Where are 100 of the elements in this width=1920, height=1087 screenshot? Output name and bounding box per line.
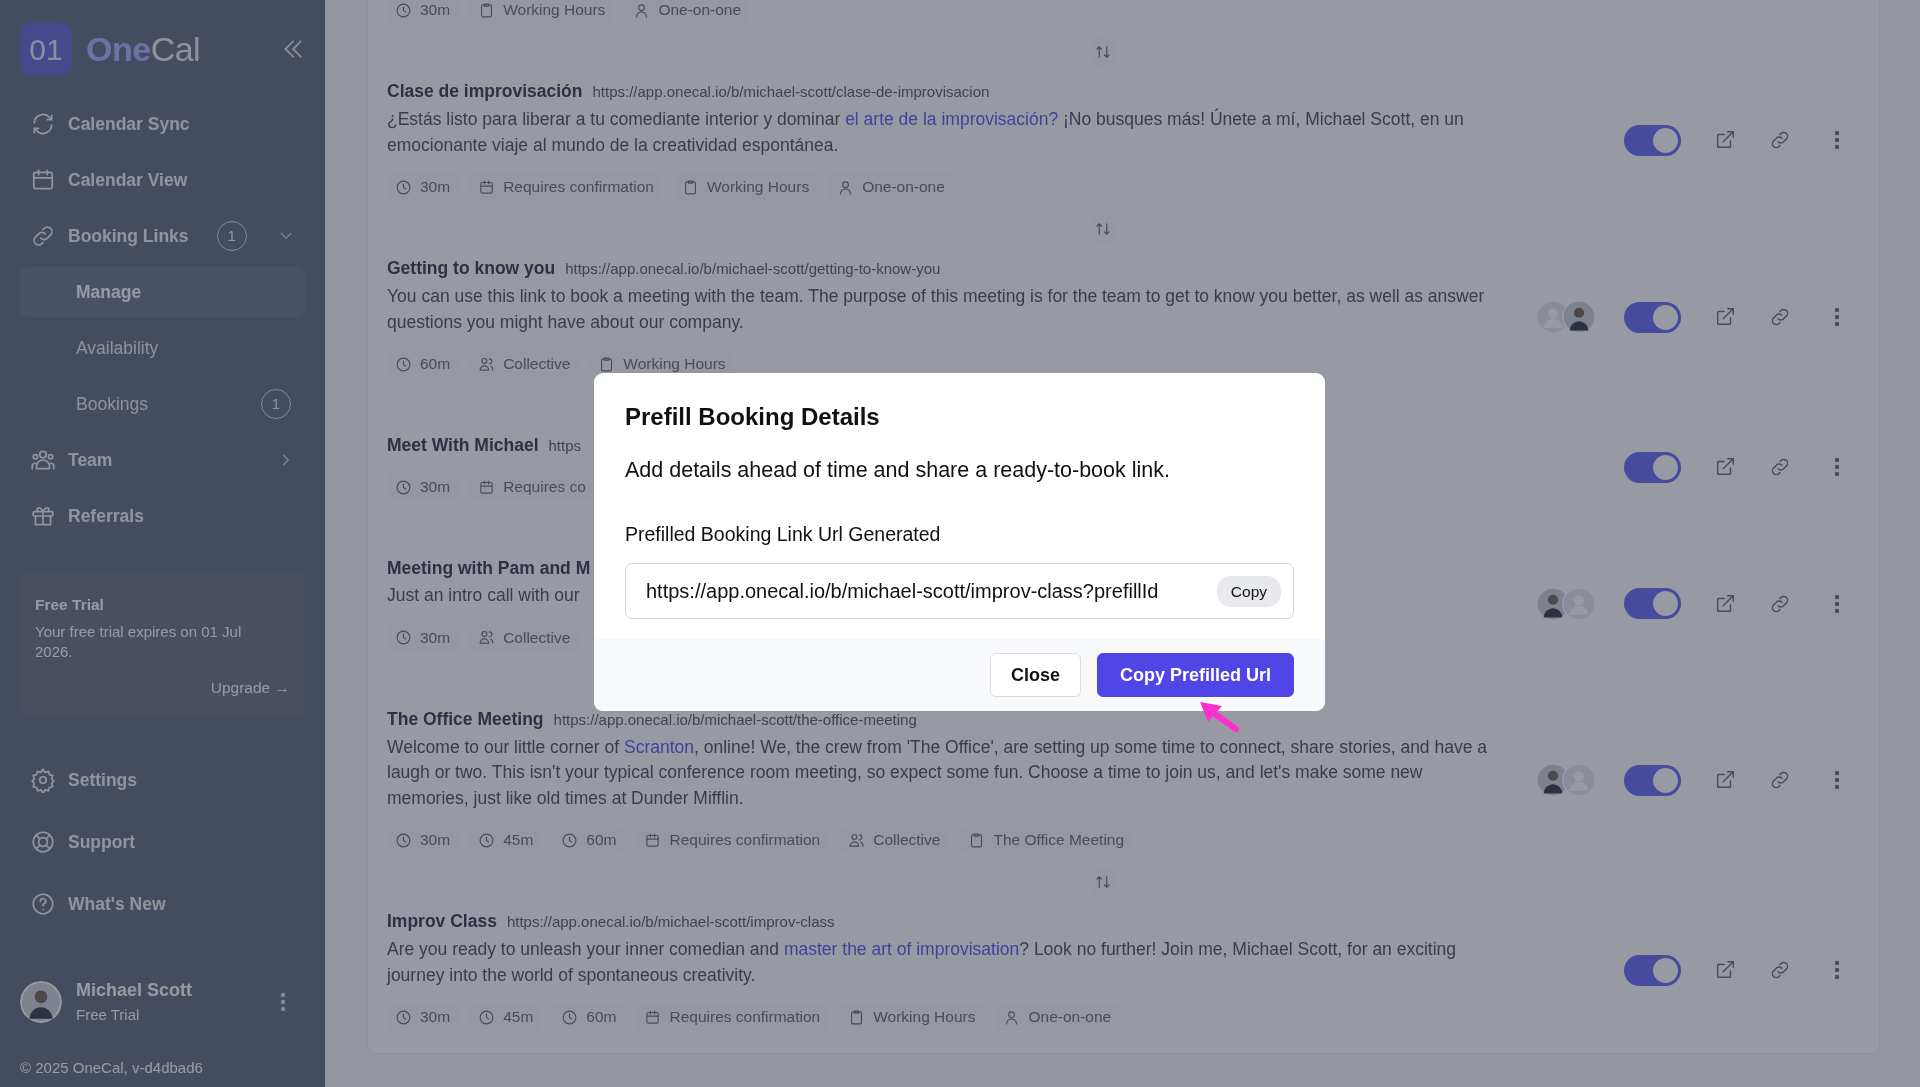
copy-link-button[interactable] xyxy=(1769,306,1791,328)
avatar xyxy=(1562,300,1596,334)
people-icon xyxy=(848,831,866,849)
modal-subtitle: Add details ahead of time and share a ready-to-book link. xyxy=(625,456,1171,484)
toggle-switch[interactable] xyxy=(1624,954,1681,986)
tag-label: Requires confirmation xyxy=(503,177,654,198)
more-button[interactable] xyxy=(1833,592,1841,615)
tag-label: 30m xyxy=(420,830,451,851)
more-button[interactable] xyxy=(1833,129,1841,151)
link-icon xyxy=(1769,129,1791,151)
logo-mark: 01 xyxy=(20,23,72,75)
open-link-button[interactable] xyxy=(1714,306,1736,328)
toggle-switch[interactable] xyxy=(1624,764,1681,796)
external-link-icon xyxy=(1714,306,1736,328)
inline-link[interactable]: el arte de la improvisación? xyxy=(845,109,1059,129)
sync-icon xyxy=(30,111,56,137)
toggle-switch[interactable] xyxy=(1624,588,1681,620)
annotation-arrow xyxy=(1198,700,1240,732)
clock-icon xyxy=(478,831,496,849)
link-title: Clase de improvisación xyxy=(387,81,583,101)
nav-item[interactable]: Settings xyxy=(20,755,305,805)
link-description: Welcome to our little corner of Scranton, online! We, the crew from 'The Office', are setting up some time to connect, share stories, and have a laugh or two. This isn't your typical conference room meeting, so expect some fun. Choose a time to join us, and let's make some new memories, just like old times at Dunder Mifflin. xyxy=(387,735,1488,810)
url-field[interactable]: https://app.onecal.io/b/michael-scott/improv-class?prefillId Copy xyxy=(625,563,1294,620)
nav-item[interactable]: Referrals xyxy=(20,491,305,541)
open-link-button[interactable] xyxy=(1714,129,1736,151)
nav-item[interactable]: Booking Links 1 xyxy=(20,211,305,261)
toggle-switch[interactable] xyxy=(1624,124,1681,156)
avatar xyxy=(20,980,62,1023)
trial-title: Free Trial xyxy=(35,594,105,615)
trial-text: Your free trial expires on 01 Jul 2026. xyxy=(35,621,243,662)
tag-label: The Office Meeting xyxy=(993,830,1125,851)
tag-label: 30m xyxy=(420,177,451,198)
more-button[interactable] xyxy=(1833,456,1841,478)
link-description: Are you ready to unleash your inner comedian and master the art of improvisation? Look no further! Join me, Michael Scott, for an exciting journey into the world of spontaneous creativity. xyxy=(387,938,1458,987)
more-button[interactable] xyxy=(1833,769,1841,792)
tag-label: 45m xyxy=(503,830,534,851)
calendar-icon xyxy=(30,167,56,193)
more-button[interactable] xyxy=(1833,959,1841,981)
user-plan: Free Trial xyxy=(76,1005,141,1025)
field-label: Prefilled Booking Link Url Generated xyxy=(625,522,942,548)
copy-link-button[interactable] xyxy=(1769,129,1791,151)
tag-label: Collective xyxy=(873,830,941,851)
inline-link[interactable]: Scranton xyxy=(624,736,695,757)
tag-label: 45m xyxy=(503,1007,534,1028)
clock-icon xyxy=(395,1008,412,1026)
clock-icon xyxy=(478,1008,496,1026)
nav-item[interactable]: Support xyxy=(20,817,305,867)
kebab-icon xyxy=(1833,306,1841,328)
more-button[interactable] xyxy=(1833,306,1841,328)
tag-label: 30m xyxy=(420,0,451,21)
copy-button[interactable]: Copy xyxy=(1216,575,1281,607)
link-title: Getting to know you xyxy=(387,258,556,278)
nav-item[interactable]: Calendar Sync xyxy=(20,99,305,149)
open-link-button[interactable] xyxy=(1714,592,1736,615)
link-icon xyxy=(1769,456,1791,478)
nav-subitem[interactable]: Availability xyxy=(20,323,305,373)
avatar-placeholder xyxy=(1562,763,1596,798)
kebab-icon xyxy=(1833,592,1841,615)
open-link-button[interactable] xyxy=(1714,456,1736,478)
clock-icon xyxy=(395,478,412,496)
link-icon xyxy=(1769,959,1791,981)
settings-icon xyxy=(30,767,56,793)
tag-label: 60m xyxy=(586,830,617,851)
calendar-icon xyxy=(478,178,496,196)
toggle-switch[interactable] xyxy=(1624,301,1681,333)
tag-label: Working Hours xyxy=(503,0,606,21)
link-icon xyxy=(30,223,56,249)
link-title: The Office Meeting xyxy=(387,708,544,729)
tag-label: Requires confirmation xyxy=(669,830,821,851)
inline-link[interactable]: master the art of improvisation xyxy=(783,939,1020,959)
tag-label: One-on-one xyxy=(658,0,742,21)
tag-label: Working Hours xyxy=(706,177,810,198)
clock-icon xyxy=(395,629,412,646)
clock-icon xyxy=(561,1008,579,1026)
upgrade-link[interactable]: Upgrade → xyxy=(210,675,290,699)
nav-item[interactable]: Calendar View xyxy=(20,155,305,205)
user-name: Michael Scott xyxy=(76,979,193,1002)
user-menu-button[interactable] xyxy=(279,990,287,1013)
nav-subitem[interactable]: Bookings 1 xyxy=(20,379,305,429)
avatar-placeholder xyxy=(1562,586,1596,621)
close-button[interactable]: Close xyxy=(989,653,1081,698)
clock-icon xyxy=(395,178,412,196)
brand-name: OneCal xyxy=(86,28,201,70)
tag-label: 60m xyxy=(420,354,451,375)
nav-item[interactable]: Team xyxy=(20,435,305,485)
help-icon xyxy=(30,891,56,917)
toggle-switch[interactable] xyxy=(1624,451,1681,483)
copy-link-button[interactable] xyxy=(1769,959,1791,981)
copyright-text: © 2025 OneCal, v-d4dbad6 xyxy=(20,1057,204,1078)
nav-item[interactable]: What's New xyxy=(20,879,305,929)
kebab-icon xyxy=(1833,456,1841,478)
open-link-button[interactable] xyxy=(1714,959,1736,981)
tag-label: Working Hours xyxy=(623,354,726,375)
clock-icon xyxy=(561,831,579,849)
tag-label: 30m xyxy=(420,477,451,498)
modal-title: Prefill Booking Details xyxy=(625,403,881,432)
copy-url-button[interactable]: Copy Prefilled Url xyxy=(1096,653,1294,698)
nav-subitem[interactable]: Manage xyxy=(20,267,305,317)
kebab-icon xyxy=(1833,769,1841,792)
copy-link-button[interactable] xyxy=(1769,456,1791,478)
